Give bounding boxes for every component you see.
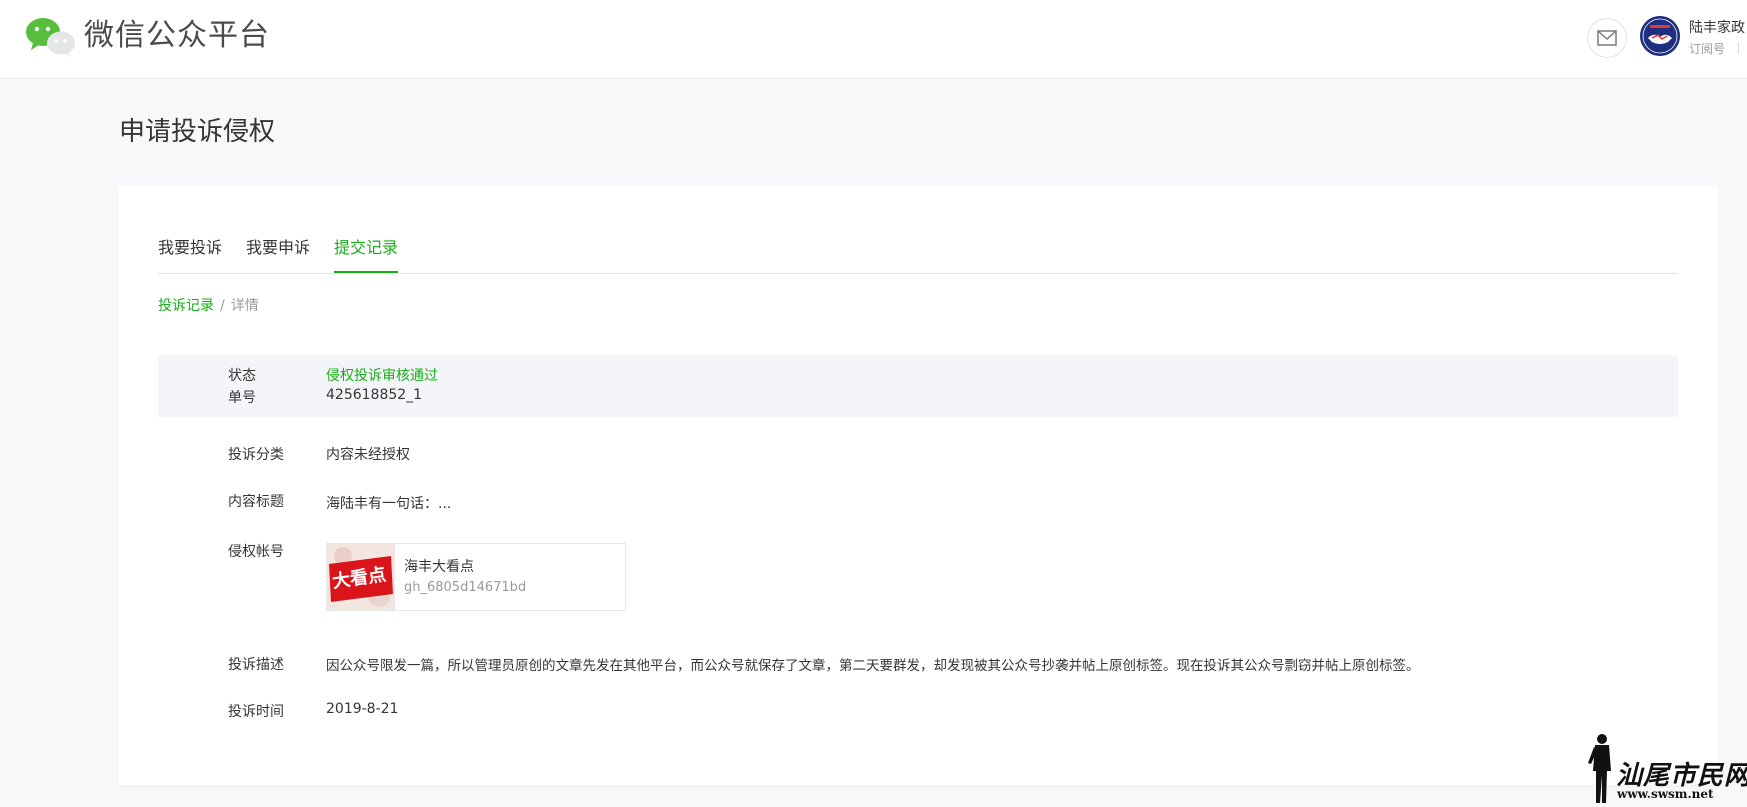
mail-button[interactable] (1587, 18, 1627, 58)
description-label: 投诉描述 (228, 657, 284, 673)
infringing-account-name: 海丰大看点 (404, 559, 474, 575)
tab-bar: 我要投诉 我要申诉 提交记录 (158, 233, 1678, 274)
time-label: 投诉时间 (228, 704, 284, 720)
divider (1738, 42, 1739, 54)
breadcrumb-separator: / (220, 298, 225, 314)
infringing-account-label: 侵权帐号 (228, 544, 284, 560)
time-value: 2019-8-21 (326, 701, 399, 717)
account-avatar[interactable] (1640, 16, 1680, 56)
handshake-logo-icon (1640, 16, 1680, 56)
status-label: 状态 (228, 368, 256, 384)
wechat-logo-icon[interactable] (25, 16, 77, 58)
brand-title[interactable]: 微信公众平台 (84, 16, 270, 56)
category-label: 投诉分类 (228, 447, 284, 463)
content-title-value: 海陆丰有一句话：... (326, 496, 452, 512)
page-title: 申请投诉侵权 (119, 117, 276, 147)
top-bar: 微信公众平台 陆丰家政 订阅号 (0, 0, 1747, 79)
order-value: 425618852_1 (326, 387, 423, 403)
tab-appeal[interactable]: 我要申诉 (246, 233, 310, 272)
tab-complain[interactable]: 我要投诉 (158, 233, 222, 272)
account-name[interactable]: 陆丰家政 (1689, 17, 1745, 37)
breadcrumb: 投诉记录 / 详情 (158, 295, 259, 315)
watermark-url: www.swsm.net (1617, 787, 1714, 801)
order-label: 单号 (228, 390, 256, 406)
main-card: 我要投诉 我要申诉 提交记录 投诉记录 / 详情 状态 侵权投诉审核通过 单号 42… (118, 185, 1718, 785)
account-type: 订阅号 (1689, 42, 1726, 56)
status-box: 状态 侵权投诉审核通过 单号 425618852_1 (158, 355, 1678, 417)
content-title-label: 内容标题 (228, 494, 284, 510)
mail-icon (1597, 30, 1617, 46)
description-value: 因公众号限发一篇，所以管理员原创的文章先发在其他平台，而公众号就保存了文章，第二… (326, 658, 1420, 674)
tab-records[interactable]: 提交记录 (334, 233, 399, 273)
status-value: 侵权投诉审核通过 (326, 368, 438, 384)
infringing-account-logo: 大看点 (327, 544, 395, 610)
breadcrumb-current: 详情 (230, 298, 259, 314)
breadcrumb-records-link[interactable]: 投诉记录 (158, 298, 214, 314)
category-value: 内容未经授权 (326, 447, 410, 463)
infringing-account-card[interactable]: 大看点 海丰大看点 gh_6805d14671bd (326, 543, 626, 611)
infringing-account-id: gh_6805d14671bd (404, 580, 527, 595)
